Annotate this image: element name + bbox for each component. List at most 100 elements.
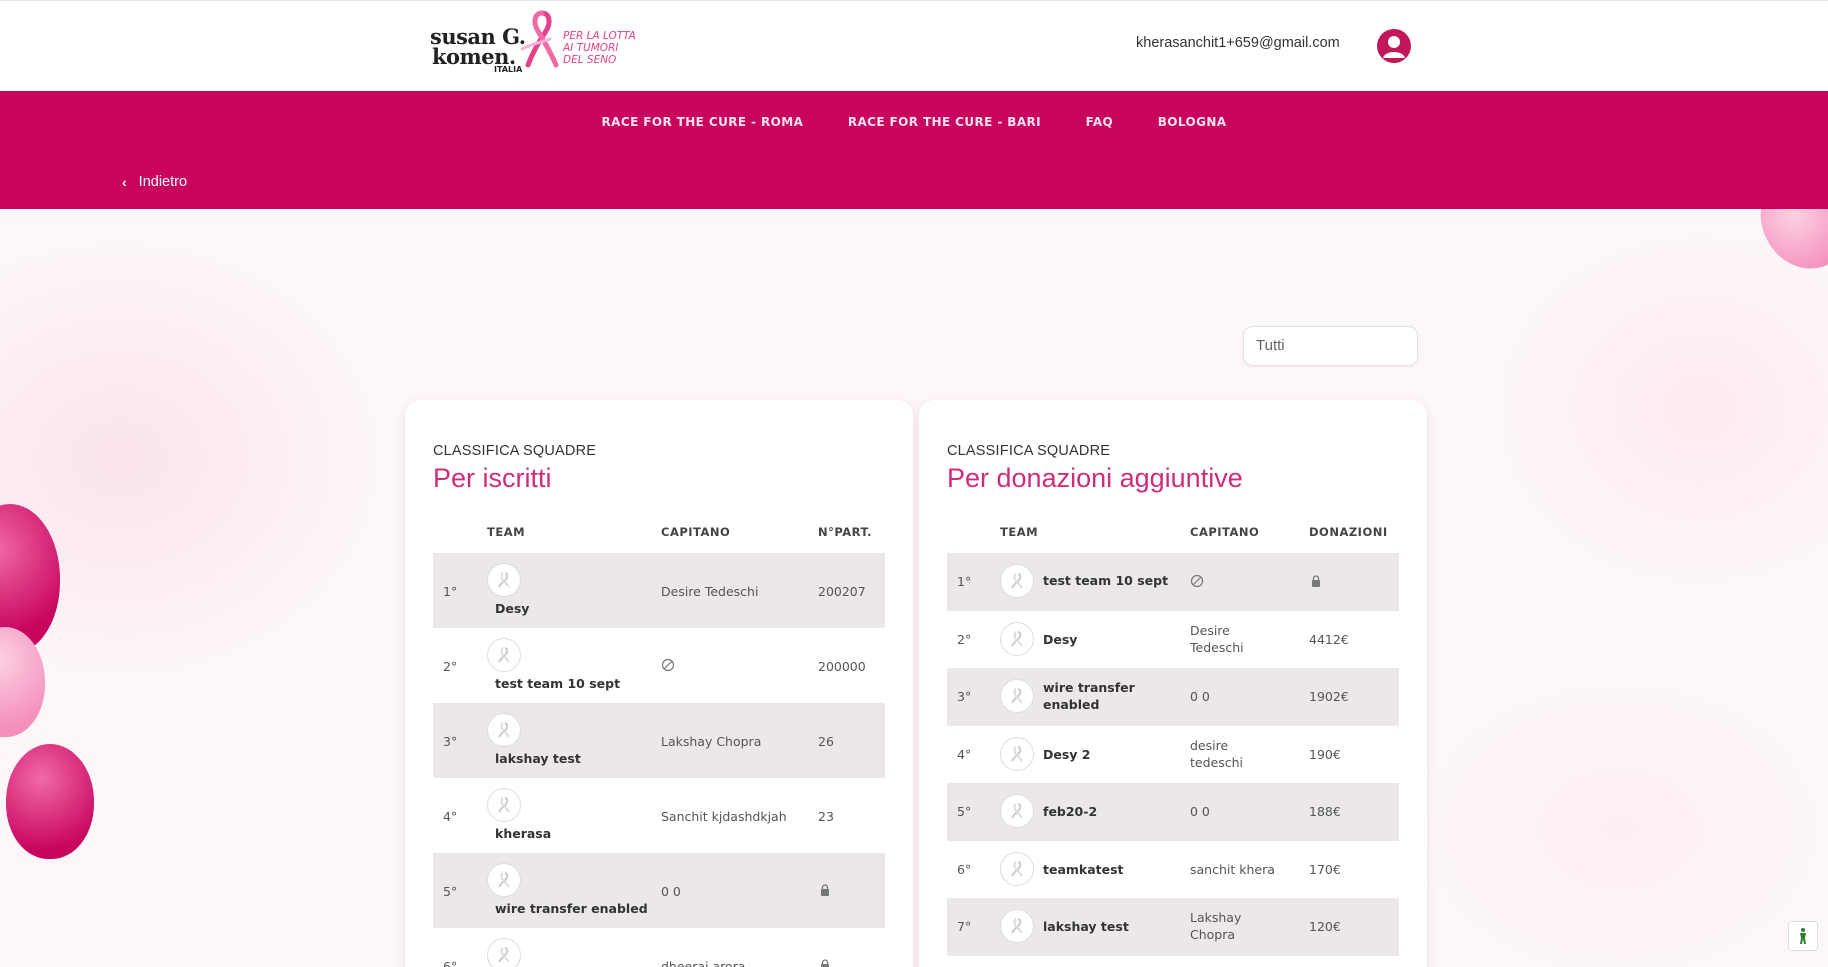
table-row[interactable]: 7° lakshay test Lakshay Chopra 120€ bbox=[947, 898, 1399, 956]
nav-item-bologna[interactable]: BOLOGNA bbox=[1158, 115, 1227, 129]
row-rank: 6° bbox=[957, 861, 972, 877]
row-rank: 5° bbox=[957, 804, 972, 819]
team-logo-icon bbox=[487, 863, 521, 897]
nav-item-race-bari[interactable]: RACE FOR THE CURE - BARI bbox=[848, 115, 1041, 129]
logo-tagline: PER LA LOTTA AI TUMORI DEL SENO bbox=[563, 30, 636, 66]
donations-table-body: 1° test team 10 sept 2° Desy Desire Tede… bbox=[947, 553, 1399, 956]
team-logo-icon bbox=[487, 713, 521, 747]
column-header-team: TEAM bbox=[487, 525, 526, 539]
lock-icon bbox=[818, 883, 832, 900]
row-rank: 2° bbox=[443, 659, 458, 674]
column-header-captain: CAPITANO bbox=[1190, 525, 1260, 539]
column-header-participants: N°PART. bbox=[818, 525, 872, 539]
row-captain: 0 0 bbox=[1190, 804, 1210, 819]
row-team[interactable]: Desy bbox=[495, 601, 529, 616]
row-team[interactable]: Desy bbox=[1043, 632, 1077, 647]
back-link[interactable]: ‹ Indietro bbox=[122, 174, 187, 190]
card-kicker: CLASSIFICA SQUADRE bbox=[433, 443, 597, 459]
tagline-line3: DEL SENO bbox=[563, 54, 617, 66]
table-row[interactable]: 1° test team 10 sept bbox=[947, 553, 1399, 611]
user-icon[interactable] bbox=[1377, 29, 1411, 63]
table-row[interactable]: 5° wire transfer enabled 0 0 bbox=[433, 853, 885, 928]
team-logo-icon bbox=[1000, 909, 1034, 943]
row-team[interactable]: teamkatest bbox=[1043, 862, 1124, 877]
row-team[interactable]: test team 10 sept bbox=[495, 676, 620, 691]
row-donations: 170€ bbox=[1309, 861, 1341, 877]
row-donations: 188€ bbox=[1309, 804, 1341, 819]
row-captain: Lakshay Chopra bbox=[661, 734, 762, 749]
page-background bbox=[0, 209, 1828, 967]
row-team[interactable]: lakshay test bbox=[495, 751, 581, 766]
row-captain-line1: desire bbox=[1190, 737, 1229, 753]
row-rank: 4° bbox=[443, 809, 458, 824]
table-row[interactable]: 6° teamkatest sanchit khera 170€ bbox=[947, 841, 1399, 899]
row-participants: 200207 bbox=[818, 584, 866, 599]
row-rank: 6° bbox=[443, 959, 458, 967]
row-team[interactable]: wire transfer enabled bbox=[495, 901, 648, 916]
lock-icon bbox=[1309, 574, 1323, 591]
row-donations: 4412€ bbox=[1309, 631, 1349, 647]
table-row[interactable]: 1° Desy Desire Tedeschi 200207 bbox=[433, 553, 885, 628]
row-donations: 190€ bbox=[1309, 746, 1341, 762]
team-filter-select[interactable]: Tutti bbox=[1243, 326, 1418, 366]
blocked-icon bbox=[661, 658, 675, 675]
row-captain-line1: Desire bbox=[1190, 622, 1230, 638]
row-participants: 200000 bbox=[818, 659, 866, 674]
row-team[interactable]: kherasa bbox=[495, 826, 551, 841]
team-logo-icon bbox=[1000, 736, 1034, 771]
balloon-decoration bbox=[0, 627, 45, 737]
row-rank: 3° bbox=[443, 734, 458, 749]
team-logo-icon bbox=[487, 788, 521, 822]
team-logo-icon bbox=[487, 938, 521, 967]
table-row[interactable]: 4° Desy 2 desire tedeschi 190€ bbox=[947, 726, 1399, 784]
row-rank: 1° bbox=[443, 584, 458, 599]
team-logo-icon bbox=[1000, 851, 1034, 886]
user-email[interactable]: kherasanchit1+659@gmail.com bbox=[1136, 35, 1340, 51]
row-rank: 4° bbox=[957, 746, 972, 762]
row-captain-line2: Chopra bbox=[1190, 927, 1236, 942]
row-captain: 0 0 bbox=[1190, 689, 1210, 704]
team-logo-icon bbox=[487, 563, 521, 597]
nav-item-faq[interactable]: FAQ bbox=[1086, 115, 1114, 129]
row-captain: Desire Tedeschi bbox=[661, 584, 759, 599]
row-donations: 1902€ bbox=[1309, 689, 1349, 704]
blocked-icon bbox=[1190, 574, 1204, 591]
table-row[interactable]: 2° Desy Desire Tedeschi 4412€ bbox=[947, 611, 1399, 669]
accessibility-icon[interactable] bbox=[1788, 921, 1818, 951]
pink-ribbon-icon bbox=[520, 10, 559, 68]
site-header: susan G. komen. ITALIA PER LA LOTTA AI T… bbox=[0, 0, 1828, 91]
table-row[interactable]: 4° kherasa Sanchit kjdashdkjah 23 bbox=[433, 778, 885, 853]
row-team[interactable]: feb20-2 bbox=[1043, 804, 1097, 819]
logo-country: ITALIA bbox=[494, 65, 523, 74]
row-captain: sanchit khera bbox=[1190, 861, 1275, 877]
nav-links: RACE FOR THE CURE - ROMA RACE FOR THE CU… bbox=[0, 115, 1828, 129]
table-row[interactable]: 5° feb20-2 0 0 188€ bbox=[947, 783, 1399, 841]
row-captain: 0 0 bbox=[661, 884, 681, 899]
card-title: Per donazioni aggiuntive bbox=[947, 463, 1243, 493]
row-team[interactable]: Desy 2 bbox=[1043, 747, 1091, 762]
row-team-line2[interactable]: enabled bbox=[1043, 697, 1099, 712]
row-captain-line2: tedeschi bbox=[1190, 754, 1243, 770]
table-row[interactable]: 3° lakshay test Lakshay Chopra 26 bbox=[433, 703, 885, 778]
logo-wordmark: susan G. komen. bbox=[430, 26, 526, 67]
row-team[interactable]: lakshay test bbox=[1043, 919, 1129, 934]
tagline-line2: AI TUMORI bbox=[563, 42, 619, 54]
nav-item-race-roma[interactable]: RACE FOR THE CURE - ROMA bbox=[602, 115, 804, 129]
lock-icon bbox=[818, 958, 832, 967]
participants-table-body: 1° Desy Desire Tedeschi 200207 2° test t… bbox=[433, 553, 885, 967]
balloon-decoration bbox=[6, 744, 94, 859]
team-logo-icon bbox=[487, 638, 521, 672]
table-row[interactable]: 6° dheeraj arora bbox=[433, 928, 885, 967]
row-team[interactable]: test team 10 sept bbox=[1043, 573, 1168, 588]
column-header-captain: CAPITANO bbox=[661, 525, 731, 539]
row-team-line1[interactable]: wire transfer bbox=[1043, 680, 1135, 695]
row-donations: 120€ bbox=[1309, 919, 1341, 934]
komen-logo[interactable]: susan G. komen. ITALIA PER LA LOTTA AI T… bbox=[430, 9, 645, 77]
row-captain: dheeraj arora bbox=[661, 959, 746, 967]
back-label: Indietro bbox=[138, 174, 188, 190]
row-rank: 5° bbox=[443, 884, 458, 899]
row-rank: 2° bbox=[957, 631, 972, 647]
row-rank: 1° bbox=[957, 574, 972, 589]
table-row[interactable]: 2° test team 10 sept 200000 bbox=[433, 628, 885, 703]
table-row[interactable]: 3° wire transfer enabled 0 0 1902€ bbox=[947, 668, 1399, 726]
